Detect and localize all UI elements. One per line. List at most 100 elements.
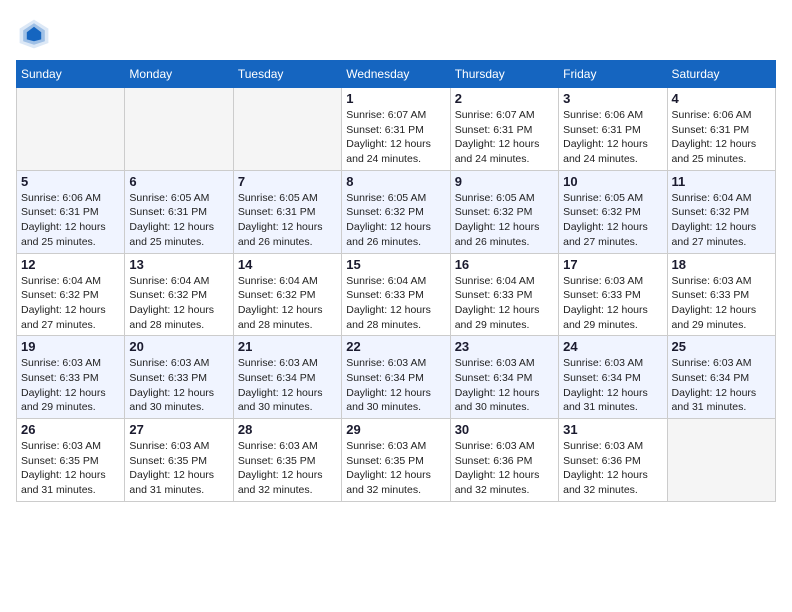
calendar-cell: 18 Sunrise: 6:03 AM Sunset: 6:33 PM Dayli… <box>667 253 775 336</box>
day-number: 12 <box>21 257 120 272</box>
calendar-cell: 30 Sunrise: 6:03 AM Sunset: 6:36 PM Dayli… <box>450 419 558 502</box>
day-info: Sunrise: 6:04 AM Sunset: 6:32 PM Dayligh… <box>21 274 120 333</box>
calendar-cell: 8Sunrise: 6:05 AM Sunset: 6:32 PM Daylig… <box>342 170 450 253</box>
day-number: 14 <box>238 257 337 272</box>
calendar-cell <box>17 88 125 171</box>
day-info: Sunrise: 6:03 AM Sunset: 6:33 PM Dayligh… <box>21 356 120 415</box>
day-info: Sunrise: 6:03 AM Sunset: 6:35 PM Dayligh… <box>21 439 120 498</box>
day-number: 31 <box>563 422 662 437</box>
day-info: Sunrise: 6:05 AM Sunset: 6:32 PM Dayligh… <box>346 191 445 250</box>
day-info: Sunrise: 6:05 AM Sunset: 6:31 PM Dayligh… <box>238 191 337 250</box>
day-info: Sunrise: 6:03 AM Sunset: 6:33 PM Dayligh… <box>129 356 228 415</box>
day-info: Sunrise: 6:06 AM Sunset: 6:31 PM Dayligh… <box>672 108 771 167</box>
day-info: Sunrise: 6:05 AM Sunset: 6:32 PM Dayligh… <box>563 191 662 250</box>
day-number: 18 <box>672 257 771 272</box>
calendar-week-row: 1Sunrise: 6:07 AM Sunset: 6:31 PM Daylig… <box>17 88 776 171</box>
weekday-header-tuesday: Tuesday <box>233 61 341 88</box>
calendar-cell: 5 Sunrise: 6:06 AM Sunset: 6:31 PM Daylig… <box>17 170 125 253</box>
day-info: Sunrise: 6:04 AM Sunset: 6:33 PM Dayligh… <box>455 274 554 333</box>
calendar-cell: 19 Sunrise: 6:03 AM Sunset: 6:33 PM Dayli… <box>17 336 125 419</box>
day-number: 5 <box>21 174 120 189</box>
day-info: Sunrise: 6:03 AM Sunset: 6:35 PM Dayligh… <box>346 439 445 498</box>
day-info: Sunrise: 6:03 AM Sunset: 6:36 PM Dayligh… <box>563 439 662 498</box>
day-info: Sunrise: 6:03 AM Sunset: 6:35 PM Dayligh… <box>129 439 228 498</box>
calendar-cell <box>125 88 233 171</box>
calendar-cell: 3 Sunrise: 6:06 AM Sunset: 6:31 PM Daylig… <box>559 88 667 171</box>
calendar-cell: 21 Sunrise: 6:03 AM Sunset: 6:34 PM Dayli… <box>233 336 341 419</box>
day-number: 30 <box>455 422 554 437</box>
calendar-cell: 12 Sunrise: 6:04 AM Sunset: 6:32 PM Dayli… <box>17 253 125 336</box>
day-number: 28 <box>238 422 337 437</box>
day-number: 4 <box>672 91 771 106</box>
day-info: Sunrise: 6:04 AM Sunset: 6:32 PM Dayligh… <box>129 274 228 333</box>
day-number: 2 <box>455 91 554 106</box>
day-number: 9 <box>455 174 554 189</box>
calendar-cell: 7 Sunrise: 6:05 AM Sunset: 6:31 PM Daylig… <box>233 170 341 253</box>
calendar-cell: 11Sunrise: 6:04 AM Sunset: 6:32 PM Dayli… <box>667 170 775 253</box>
calendar-cell: 1Sunrise: 6:07 AM Sunset: 6:31 PM Daylig… <box>342 88 450 171</box>
day-number: 15 <box>346 257 445 272</box>
day-number: 7 <box>238 174 337 189</box>
day-number: 10 <box>563 174 662 189</box>
calendar-cell: 23Sunrise: 6:03 AM Sunset: 6:34 PM Dayli… <box>450 336 558 419</box>
day-info: Sunrise: 6:03 AM Sunset: 6:34 PM Dayligh… <box>563 356 662 415</box>
day-info: Sunrise: 6:06 AM Sunset: 6:31 PM Dayligh… <box>21 191 120 250</box>
calendar-week-row: 26 Sunrise: 6:03 AM Sunset: 6:35 PM Dayli… <box>17 419 776 502</box>
weekday-header-saturday: Saturday <box>667 61 775 88</box>
day-number: 13 <box>129 257 228 272</box>
calendar-week-row: 5 Sunrise: 6:06 AM Sunset: 6:31 PM Daylig… <box>17 170 776 253</box>
calendar-cell: 15Sunrise: 6:04 AM Sunset: 6:33 PM Dayli… <box>342 253 450 336</box>
calendar-cell: 31 Sunrise: 6:03 AM Sunset: 6:36 PM Dayli… <box>559 419 667 502</box>
page-header <box>16 16 776 52</box>
day-info: Sunrise: 6:05 AM Sunset: 6:31 PM Dayligh… <box>129 191 228 250</box>
day-number: 24 <box>563 339 662 354</box>
calendar-cell: 13 Sunrise: 6:04 AM Sunset: 6:32 PM Dayli… <box>125 253 233 336</box>
day-number: 29 <box>346 422 445 437</box>
calendar-cell: 17 Sunrise: 6:03 AM Sunset: 6:33 PM Dayli… <box>559 253 667 336</box>
logo <box>16 16 56 52</box>
day-info: Sunrise: 6:07 AM Sunset: 6:31 PM Dayligh… <box>346 108 445 167</box>
day-info: Sunrise: 6:03 AM Sunset: 6:35 PM Dayligh… <box>238 439 337 498</box>
day-number: 27 <box>129 422 228 437</box>
day-info: Sunrise: 6:07 AM Sunset: 6:31 PM Dayligh… <box>455 108 554 167</box>
calendar-cell: 29 Sunrise: 6:03 AM Sunset: 6:35 PM Dayli… <box>342 419 450 502</box>
calendar-cell: 24 Sunrise: 6:03 AM Sunset: 6:34 PM Dayli… <box>559 336 667 419</box>
calendar-cell <box>667 419 775 502</box>
calendar-header: SundayMondayTuesdayWednesdayThursdayFrid… <box>17 61 776 88</box>
day-info: Sunrise: 6:03 AM Sunset: 6:34 PM Dayligh… <box>672 356 771 415</box>
day-number: 23 <box>455 339 554 354</box>
day-info: Sunrise: 6:06 AM Sunset: 6:31 PM Dayligh… <box>563 108 662 167</box>
calendar-cell: 9 Sunrise: 6:05 AM Sunset: 6:32 PM Daylig… <box>450 170 558 253</box>
day-number: 25 <box>672 339 771 354</box>
calendar-table: SundayMondayTuesdayWednesdayThursdayFrid… <box>16 60 776 502</box>
day-info: Sunrise: 6:04 AM Sunset: 6:32 PM Dayligh… <box>672 191 771 250</box>
calendar-cell: 10 Sunrise: 6:05 AM Sunset: 6:32 PM Dayli… <box>559 170 667 253</box>
calendar-cell: 22 Sunrise: 6:03 AM Sunset: 6:34 PM Dayli… <box>342 336 450 419</box>
day-info: Sunrise: 6:03 AM Sunset: 6:34 PM Dayligh… <box>346 356 445 415</box>
weekday-header-sunday: Sunday <box>17 61 125 88</box>
calendar-cell: 20 Sunrise: 6:03 AM Sunset: 6:33 PM Dayli… <box>125 336 233 419</box>
day-number: 17 <box>563 257 662 272</box>
calendar-cell: 25 Sunrise: 6:03 AM Sunset: 6:34 PM Dayli… <box>667 336 775 419</box>
day-number: 16 <box>455 257 554 272</box>
day-info: Sunrise: 6:03 AM Sunset: 6:33 PM Dayligh… <box>563 274 662 333</box>
calendar-cell: 27 Sunrise: 6:03 AM Sunset: 6:35 PM Dayli… <box>125 419 233 502</box>
calendar-week-row: 12 Sunrise: 6:04 AM Sunset: 6:32 PM Dayli… <box>17 253 776 336</box>
day-number: 26 <box>21 422 120 437</box>
day-number: 22 <box>346 339 445 354</box>
calendar-week-row: 19 Sunrise: 6:03 AM Sunset: 6:33 PM Dayli… <box>17 336 776 419</box>
day-info: Sunrise: 6:03 AM Sunset: 6:33 PM Dayligh… <box>672 274 771 333</box>
day-info: Sunrise: 6:03 AM Sunset: 6:36 PM Dayligh… <box>455 439 554 498</box>
day-info: Sunrise: 6:03 AM Sunset: 6:34 PM Dayligh… <box>238 356 337 415</box>
day-number: 21 <box>238 339 337 354</box>
day-number: 19 <box>21 339 120 354</box>
calendar-cell: 16 Sunrise: 6:04 AM Sunset: 6:33 PM Dayli… <box>450 253 558 336</box>
day-info: Sunrise: 6:04 AM Sunset: 6:32 PM Dayligh… <box>238 274 337 333</box>
day-number: 3 <box>563 91 662 106</box>
logo-icon <box>16 16 52 52</box>
day-number: 20 <box>129 339 228 354</box>
day-info: Sunrise: 6:05 AM Sunset: 6:32 PM Dayligh… <box>455 191 554 250</box>
calendar-cell: 28 Sunrise: 6:03 AM Sunset: 6:35 PM Dayli… <box>233 419 341 502</box>
calendar-body: 1Sunrise: 6:07 AM Sunset: 6:31 PM Daylig… <box>17 88 776 502</box>
calendar-cell: 6Sunrise: 6:05 AM Sunset: 6:31 PM Daylig… <box>125 170 233 253</box>
